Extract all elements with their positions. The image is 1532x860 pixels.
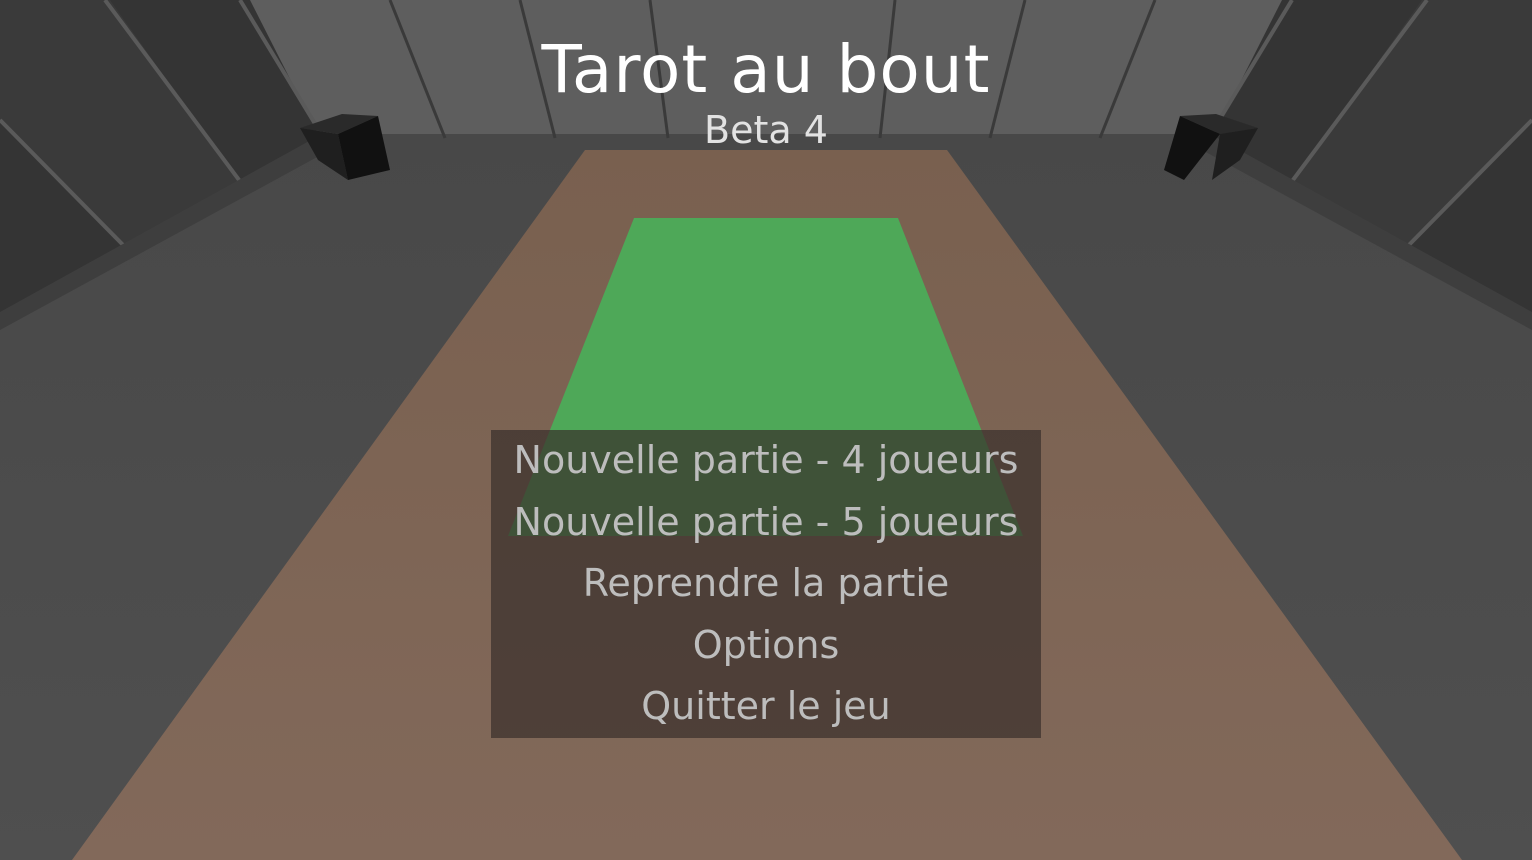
new-game-4-players-button[interactable]: Nouvelle partie - 4 joueurs: [491, 431, 1041, 493]
quit-game-button[interactable]: Quitter le jeu: [491, 677, 1041, 739]
resume-game-button[interactable]: Reprendre la partie: [491, 554, 1041, 616]
main-menu: Nouvelle partie - 4 joueurs Nouvelle par…: [491, 430, 1041, 738]
game-title: Tarot au bout: [541, 31, 991, 108]
version-label: Beta 4: [704, 108, 828, 152]
options-button[interactable]: Options: [491, 616, 1041, 678]
new-game-5-players-button[interactable]: Nouvelle partie - 5 joueurs: [491, 493, 1041, 555]
